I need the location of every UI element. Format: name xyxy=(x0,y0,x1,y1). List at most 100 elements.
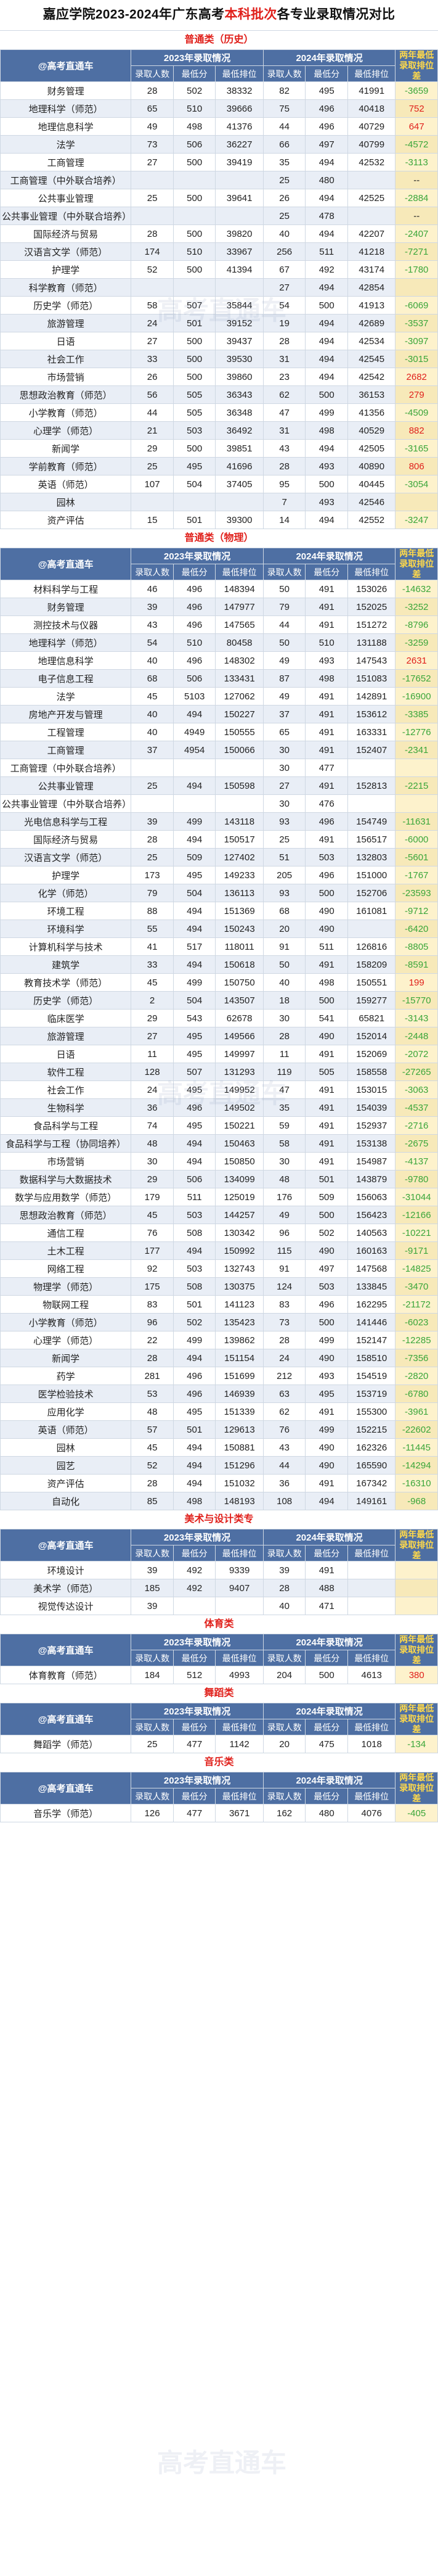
cell: 495 xyxy=(172,1080,216,1099)
cell: 477 xyxy=(172,1804,216,1822)
cell: 1142 xyxy=(215,1735,264,1753)
section-subtitle: （历史） xyxy=(214,35,254,45)
cell: 494 xyxy=(172,1456,216,1475)
major-name: 电子信息工程 xyxy=(0,669,132,688)
cell: 42532 xyxy=(347,153,396,171)
cell: 36343 xyxy=(215,385,264,404)
rank-diff: 380 xyxy=(395,1666,438,1684)
major-name: 光电信息科学与工程 xyxy=(0,812,132,831)
cell: 4993 xyxy=(215,1666,264,1684)
cell xyxy=(172,278,216,297)
cell: 96 xyxy=(262,1224,306,1242)
major-name: 科学教育（师范） xyxy=(0,278,132,297)
cell: 143879 xyxy=(347,1170,396,1188)
cell: 499 xyxy=(305,403,348,422)
cell: 492 xyxy=(305,260,348,279)
cell: 504 xyxy=(172,475,216,493)
table-row: 舞蹈学（师范） 25 477 1142 20 475 1018 -134 xyxy=(0,1735,438,1753)
cell: 36492 xyxy=(215,421,264,440)
cell: 43 xyxy=(262,439,306,458)
column-header: 录取人数 xyxy=(262,1788,306,1804)
cell: 496 xyxy=(305,99,348,118)
cell: 14 xyxy=(262,511,306,529)
cell: 162 xyxy=(262,1804,306,1822)
major-name: 数据科学与大数据技术 xyxy=(0,1170,132,1188)
cell: 24 xyxy=(131,1080,174,1099)
table-row: 法学 73 506 36227 66 497 40799 -4572 xyxy=(0,135,438,154)
column-header: 最低排位 xyxy=(215,1788,264,1804)
cell: 491 xyxy=(305,1134,348,1153)
cell: 33 xyxy=(131,955,174,974)
table-row: 国际经济与贸易 28 500 39820 40 494 42207 -2407 xyxy=(0,224,438,243)
cell: 9407 xyxy=(215,1579,264,1597)
major-name: 护理学 xyxy=(0,260,132,279)
major-name: 环境工程 xyxy=(0,902,132,920)
major-name: 药学 xyxy=(0,1367,132,1385)
cell: 40445 xyxy=(347,475,396,493)
major-name: 软件工程 xyxy=(0,1063,132,1081)
section-title: 普通类（物理） xyxy=(0,529,438,548)
cell: 41696 xyxy=(215,457,264,475)
major-name: 数学与应用数学（师范） xyxy=(0,1188,132,1206)
cell: 494 xyxy=(172,776,216,795)
cell: 476 xyxy=(305,794,348,813)
cell: 41 xyxy=(131,937,174,956)
cell: 4949 xyxy=(172,723,216,741)
rank-diff: -2341 xyxy=(395,741,438,759)
cell: 20 xyxy=(262,920,306,938)
table-row: 园林 45 494 150881 43 490 162326 -11445 xyxy=(0,1438,438,1457)
rank-diff: -3143 xyxy=(395,1009,438,1027)
cell: 43 xyxy=(131,615,174,634)
major-name: 小学教育（师范） xyxy=(0,403,132,422)
rank-diff: -134 xyxy=(395,1735,438,1753)
cell: 28 xyxy=(262,1027,306,1045)
rank-diff: -3537 xyxy=(395,314,438,332)
table-row: 材料科学与工程 46 496 148394 50 491 153026 -14632 xyxy=(0,580,438,598)
cell: 174 xyxy=(131,242,174,261)
rank-diff: -2072 xyxy=(395,1045,438,1063)
cell: 152813 xyxy=(347,776,396,795)
cell: 30 xyxy=(262,1152,306,1171)
cell: 39860 xyxy=(215,368,264,386)
section-table: @高考直通车 2023年录取情况 2024年录取情况 两年最低录取排位差 录取人数 最低分… xyxy=(0,1634,438,1684)
table-row: 英语（师范） 107 504 37405 95 500 40445 -3054 xyxy=(0,475,438,493)
cell: 502 xyxy=(172,81,216,100)
cell: 39 xyxy=(131,1561,174,1579)
cell: 506 xyxy=(172,1170,216,1188)
cell: 39641 xyxy=(215,189,264,207)
cell: 490 xyxy=(305,1438,348,1457)
cell: 142891 xyxy=(347,687,396,706)
table-row: 学前教育（师范） 25 495 41696 28 493 40890 806 xyxy=(0,457,438,475)
cell: 18 xyxy=(262,991,306,1010)
cell: 509 xyxy=(172,848,216,866)
rank-diff: -6023 xyxy=(395,1313,438,1331)
cell: 499 xyxy=(172,973,216,992)
cell xyxy=(215,278,264,297)
cell xyxy=(347,759,396,777)
rank-diff: -6780 xyxy=(395,1385,438,1403)
cell: 28 xyxy=(131,224,174,243)
major-name: 音乐学（师范） xyxy=(0,1804,132,1822)
cell: 152014 xyxy=(347,1027,396,1045)
cell: 39419 xyxy=(215,153,264,171)
cell: 133845 xyxy=(347,1277,396,1296)
cell xyxy=(215,759,264,777)
rank-diff: -3470 xyxy=(395,1277,438,1296)
cell: 25 xyxy=(131,1735,174,1753)
cell: 176 xyxy=(262,1188,306,1206)
major-name: 财务管理 xyxy=(0,81,132,100)
cell xyxy=(131,794,174,813)
cell: 91 xyxy=(262,937,306,956)
cell: 496 xyxy=(172,651,216,670)
table-row: 公共事业管理（中外联合培养） 30 476 xyxy=(0,794,438,813)
rank-diff xyxy=(395,1579,438,1597)
cell: 148302 xyxy=(215,651,264,670)
section-subtitle: （物理） xyxy=(214,533,254,543)
major-name: 园林 xyxy=(0,493,132,511)
table-row: 市场营销 26 500 39860 23 494 42542 2682 xyxy=(0,368,438,386)
rank-diff-header: 两年最低录取排位差 xyxy=(395,548,438,580)
column-header: 录取人数 xyxy=(262,1650,306,1666)
rank-diff: -31044 xyxy=(395,1188,438,1206)
section-title: 舞蹈类 xyxy=(0,1684,438,1703)
cell: 507 xyxy=(172,296,216,315)
